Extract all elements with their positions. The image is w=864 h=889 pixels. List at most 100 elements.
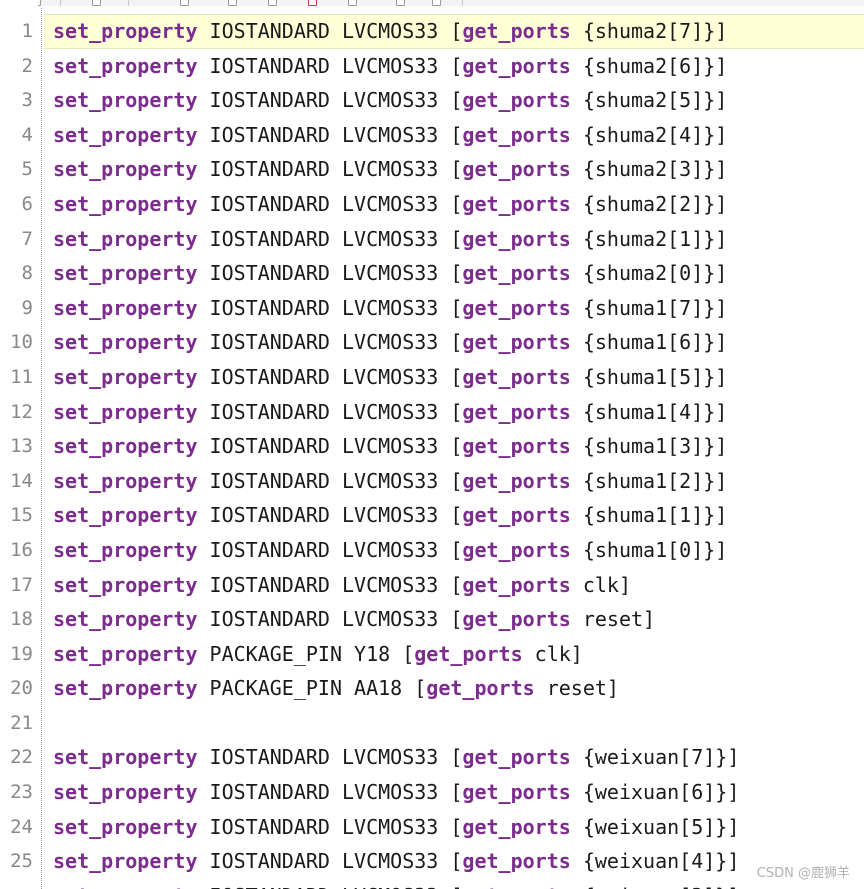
code-text: set_property IOSTANDARD LVCMOS33 [get_po… — [53, 498, 727, 533]
code-line[interactable]: 9 set_property IOSTANDARD LVCMOS33 [get_p… — [0, 291, 864, 326]
code-line[interactable]: 24 set_property IOSTANDARD LVCMOS33 [get_… — [0, 810, 864, 845]
code-text: set_property IOSTANDARD LVCMOS33 [get_po… — [53, 740, 739, 775]
code-line[interactable]: 19 set_property PACKAGE_PIN Y18 [get_port… — [0, 637, 864, 672]
toolbar-icon[interactable] — [308, 0, 317, 6]
code-line[interactable]: 10 set_property IOSTANDARD LVCMOS33 [get_… — [0, 325, 864, 360]
code-token: {shuma1[7]}] — [570, 295, 728, 320]
toolbar-icon[interactable] — [228, 0, 237, 6]
code-token: {weixuan[4]}] — [570, 849, 740, 874]
code-line[interactable]: 2 set_property IOSTANDARD LVCMOS33 [get_p… — [0, 49, 864, 84]
code-keyword: set_property — [53, 226, 198, 251]
code-line[interactable]: 22 set_property IOSTANDARD LVCMOS33 [get_… — [0, 740, 864, 775]
code-keyword: get_ports — [462, 780, 571, 805]
code-line[interactable]: 7 set_property IOSTANDARD LVCMOS33 [get_p… — [0, 222, 864, 257]
code-keyword: set_property — [53, 884, 198, 889]
code-text: set_property IOSTANDARD LVCMOS33 [get_po… — [53, 291, 727, 326]
code-keyword: get_ports — [462, 226, 571, 251]
code-keyword: set_property — [53, 399, 198, 424]
code-editor[interactable]: 1 set_property IOSTANDARD LVCMOS33 [get_p… — [0, 0, 864, 889]
toolbar-icon[interactable] — [348, 0, 357, 6]
code-line[interactable]: 8 set_property IOSTANDARD LVCMOS33 [get_p… — [0, 256, 864, 291]
line-number: 8 — [21, 262, 33, 285]
code-token: {weixuan[5]}] — [570, 814, 740, 839]
code-keyword: set_property — [53, 503, 198, 528]
code-keyword: set_property — [53, 191, 198, 216]
code-keyword: set_property — [53, 434, 198, 459]
code-token: reset] — [570, 607, 656, 632]
code-text: set_property IOSTANDARD LVCMOS33 [get_po… — [53, 187, 727, 222]
code-line[interactable]: 13 set_property IOSTANDARD LVCMOS33 [get_… — [0, 429, 864, 464]
code-line[interactable]: 3 set_property IOSTANDARD LVCMOS33 [get_p… — [0, 83, 864, 118]
code-keyword: set_property — [53, 607, 198, 632]
code-keyword: set_property — [53, 295, 198, 320]
code-line[interactable]: 18 set_property IOSTANDARD LVCMOS33 [get_… — [0, 602, 864, 637]
code-lines[interactable]: 1 set_property IOSTANDARD LVCMOS33 [get_p… — [0, 14, 864, 889]
toolbar-icon[interactable] — [180, 0, 189, 6]
code-line[interactable]: set_property IOSTANDARD LVCMOS33 [get_po… — [0, 879, 864, 889]
code-keyword: get_ports — [462, 503, 571, 528]
code-line[interactable]: 17 set_property IOSTANDARD LVCMOS33 [get_… — [0, 568, 864, 603]
code-keyword: get_ports — [462, 53, 571, 78]
code-line[interactable]: 4 set_property IOSTANDARD LVCMOS33 [get_p… — [0, 118, 864, 153]
code-text: set_property IOSTANDARD LVCMOS33 [get_po… — [53, 429, 727, 464]
code-token: IOSTANDARD LVCMOS33 [ — [197, 122, 463, 147]
code-token: IOSTANDARD LVCMOS33 [ — [197, 780, 463, 805]
code-text: set_property PACKAGE_PIN AA18 [get_ports… — [53, 671, 619, 706]
code-keyword: set_property — [53, 261, 198, 286]
code-line[interactable]: 21 — [0, 706, 864, 741]
code-token: {shuma2[5]}] — [570, 88, 728, 113]
watermark: CSDN @鹿狮羊 — [756, 866, 850, 881]
code-line[interactable]: 12 set_property IOSTANDARD LVCMOS33 [get_… — [0, 395, 864, 430]
code-token: {shuma2[2]}] — [570, 191, 728, 216]
code-line[interactable]: 14 set_property IOSTANDARD LVCMOS33 [get_… — [0, 464, 864, 499]
code-token: IOSTANDARD LVCMOS33 [ — [197, 330, 463, 355]
toolbar-icon[interactable] — [268, 0, 277, 6]
code-line[interactable]: 20 set_property PACKAGE_PIN AA18 [get_por… — [0, 671, 864, 706]
code-token: {shuma1[2]}] — [570, 468, 728, 493]
code-token: {shuma1[3]}] — [570, 434, 728, 459]
code-keyword: get_ports — [462, 19, 571, 43]
code-keyword: set_property — [53, 641, 198, 666]
code-keyword: get_ports — [462, 399, 571, 424]
code-line[interactable]: 11 set_property IOSTANDARD LVCMOS33 [get_… — [0, 360, 864, 395]
toolbar-strip — [0, 0, 864, 6]
code-line[interactable]: 1 set_property IOSTANDARD LVCMOS33 [get_p… — [0, 14, 864, 49]
code-keyword: set_property — [53, 364, 198, 389]
code-token: IOSTANDARD LVCMOS33 [ — [197, 364, 463, 389]
line-number: 18 — [10, 608, 33, 631]
line-number: 7 — [21, 227, 33, 250]
toolbar-icon[interactable] — [92, 0, 101, 6]
code-token: IOSTANDARD LVCMOS33 [ — [197, 53, 463, 78]
code-keyword: set_property — [53, 53, 198, 78]
code-keyword: set_property — [53, 468, 198, 493]
code-keyword: get_ports — [426, 676, 535, 701]
toolbar-icon[interactable] — [432, 0, 441, 6]
code-line[interactable]: 25 set_property IOSTANDARD LVCMOS33 [get_… — [0, 844, 864, 879]
code-keyword: get_ports — [462, 295, 571, 320]
code-token: IOSTANDARD LVCMOS33 [ — [197, 226, 463, 251]
code-keyword: set_property — [53, 676, 198, 701]
code-token: reset] — [534, 676, 619, 701]
code-token: {shuma2[7]}] — [570, 19, 728, 43]
code-token: IOSTANDARD LVCMOS33 [ — [197, 607, 463, 632]
code-token: IOSTANDARD LVCMOS33 [ — [198, 884, 463, 889]
code-line[interactable]: 15 set_property IOSTANDARD LVCMOS33 [get_… — [0, 498, 864, 533]
code-text: set_property IOSTANDARD LVCMOS33 [get_po… — [53, 118, 727, 153]
code-token: IOSTANDARD LVCMOS33 [ — [197, 745, 463, 770]
code-keyword: get_ports — [462, 745, 571, 770]
code-token: {shuma1[1]}] — [570, 503, 728, 528]
code-keyword: set_property — [53, 780, 198, 805]
code-line[interactable]: 6 set_property IOSTANDARD LVCMOS33 [get_p… — [0, 187, 864, 222]
line-number: 9 — [21, 296, 33, 319]
code-line[interactable]: 5 set_property IOSTANDARD LVCMOS33 [get_p… — [0, 152, 864, 187]
line-number: 1 — [21, 20, 33, 42]
code-keyword: set_property — [53, 157, 198, 182]
line-number: 21 — [10, 711, 33, 734]
code-keyword: get_ports — [462, 191, 571, 216]
code-line[interactable]: 16 set_property IOSTANDARD LVCMOS33 [get_… — [0, 533, 864, 568]
line-number: 6 — [21, 192, 33, 215]
toolbar-icon[interactable] — [396, 0, 405, 6]
code-line[interactable]: 23 set_property IOSTANDARD LVCMOS33 [get_… — [0, 775, 864, 810]
code-text: set_property PACKAGE_PIN Y18 [get_ports … — [53, 637, 583, 672]
code-keyword: set_property — [53, 814, 198, 839]
